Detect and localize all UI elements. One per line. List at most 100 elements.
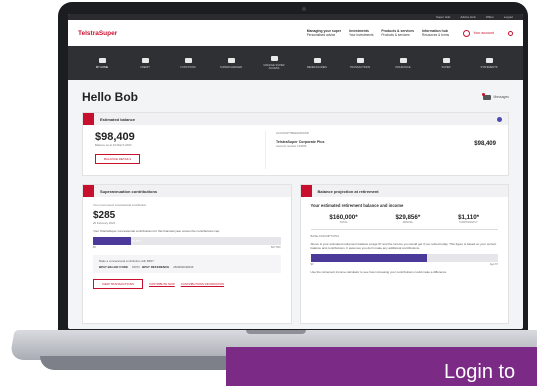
brand-name: TelstraSuper — [78, 29, 118, 37]
stat-value: $29,856* — [395, 214, 421, 221]
balance-amount: $98,409 — [95, 131, 135, 143]
projection-body: Your estimated retirement balance and in… — [301, 197, 509, 280]
login-banner-text: Login to — [444, 361, 516, 383]
info-icon[interactable] — [497, 116, 502, 122]
nav-item-insurance[interactable]: INSURANCE — [387, 57, 419, 69]
stat-total: $160,000* TOTAL — [329, 214, 357, 224]
nav-item-supercharger[interactable]: SUPERCHARGER — [215, 57, 247, 69]
account-menu[interactable]: Your account — [463, 29, 494, 37]
view-transactions-button[interactable]: VIEW TRANSACTIONS — [93, 279, 143, 289]
nav-label: SUPER — [441, 65, 451, 69]
projection-subtitle: Your estimated retirement balance and in… — [310, 203, 404, 208]
nav-item-super[interactable]: SUPER — [430, 57, 462, 69]
header-nav-sub: Personalised advice — [306, 33, 336, 37]
projection-footer: Use the retirement income calculator to … — [310, 270, 447, 274]
balance-details-button[interactable]: BALANCE DETAILS — [95, 154, 141, 164]
messages-link[interactable]: Messages — [481, 92, 509, 100]
assumptions-label[interactable]: BASE ASSUMPTIONS — [311, 234, 499, 238]
contribution-date: 20 February 2023 — [93, 221, 116, 225]
contributions-intro: Your most recent concessional contributi… — [93, 203, 147, 207]
contributions-bar-label: $5,659 — [131, 239, 141, 243]
nav-label: SUPERCHARGER — [220, 65, 242, 69]
card-title: Superannuation contributions — [100, 188, 158, 194]
nav-item-statements[interactable]: STATEMENTS — [473, 57, 505, 69]
utility-link-3[interactable]: Offers — [486, 15, 494, 19]
balance-tag-icon — [83, 113, 94, 125]
bpay-box: Make a concessional contribution with BP… — [93, 255, 281, 273]
greeting-row: Hello Bob Messages — [82, 90, 509, 104]
statements-icon — [485, 57, 493, 63]
axis-max: $27,500 — [271, 246, 281, 249]
messages-label: Messages — [493, 95, 509, 99]
card-header: Estimated balance — [83, 113, 508, 125]
account-amount: $98,409 — [474, 141, 496, 147]
login-banner[interactable]: Login to — [226, 347, 537, 386]
stat-value: $160,000* — [329, 214, 358, 221]
projection-bar-fill — [310, 254, 427, 262]
header-nav-managing[interactable]: Managing your super Personalised advice — [307, 29, 341, 37]
header-nav-products[interactable]: Products & services Products & services — [381, 29, 414, 37]
contributions-info-link[interactable]: CONTRIBUTIONS INFORMATION — [181, 282, 224, 286]
projection-tag-icon — [300, 185, 312, 197]
utility-link-1[interactable]: Super Hub — [436, 15, 450, 19]
balance-date: Balance as at 23 March 2023 — [95, 143, 132, 147]
stat-label: TOTAL — [339, 221, 348, 224]
projection-stats: $160,000* TOTAL $29,856* ANNUAL $1,110* FOR… — [310, 214, 498, 230]
utility-link-4[interactable]: Logout — [504, 15, 513, 19]
projection-axis: $0 Age 67 — [311, 263, 499, 266]
nav-label: FUNCTIONS — [180, 65, 196, 69]
laptop-screen: Super Hub Advice Hub Offers Logout Telst… — [68, 14, 523, 329]
header-nav-sub: Resources & forms — [422, 33, 450, 37]
card-title: Estimated balance — [100, 116, 136, 122]
contributions-axis: $0 $27,500 — [93, 246, 281, 249]
account-label: Your account — [473, 31, 494, 35]
stat-annual: $29,856* ANNUAL — [395, 214, 420, 224]
card-header: Balance projection at retirement — [300, 185, 508, 197]
header-nav-investments[interactable]: Investments Your investments — [349, 29, 373, 37]
projection-bar — [310, 254, 498, 262]
coins-icon — [141, 57, 149, 63]
axis-max: Age 67 — [489, 263, 498, 266]
card-title: Balance projection at retirement — [317, 188, 379, 194]
nav-item-functions[interactable]: FUNCTIONS — [172, 57, 204, 69]
account-row: TelstraSuper Corporate Plus Account numb… — [276, 140, 496, 148]
contribute-now-link[interactable]: CONTRIBUTE NOW — [149, 282, 175, 286]
account-number: Account number 123456 — [276, 144, 307, 148]
projection-text: Above is your estimated retirement balan… — [310, 242, 497, 250]
utility-link-2[interactable]: Advice Hub — [460, 15, 475, 19]
header-nav: Managing your super Personalised advice … — [176, 29, 449, 37]
mail-icon — [481, 92, 491, 100]
umbrella-icon — [313, 57, 321, 63]
chart-icon — [227, 57, 235, 63]
nav-item-beneficiaries[interactable]: BENEFICIARIES — [301, 57, 333, 69]
nav-item-transactions[interactable]: TRANSACTIONS — [344, 57, 376, 69]
nav-item-credit[interactable]: CREDIT — [129, 57, 161, 69]
nav-label: INSURANCE — [395, 65, 411, 69]
insurance-icon — [399, 57, 407, 63]
nav-item-home[interactable]: MY HOME — [86, 57, 118, 69]
folder-icon — [442, 57, 450, 63]
search-icon[interactable] — [508, 30, 513, 36]
page-title: Hello Bob — [82, 90, 138, 104]
contributions-actions: VIEW TRANSACTIONS CONTRIBUTE NOW CONTRIB… — [93, 279, 281, 289]
estimated-balance-card: Estimated balance $98,409 Balance as at … — [82, 112, 509, 176]
nav-label: TRANSACTIONS — [349, 65, 371, 69]
axis-min: $0 — [310, 263, 314, 266]
nav-label: MY HOME — [95, 65, 109, 69]
header-nav-info[interactable]: Information hub Resources & forms — [422, 29, 449, 37]
stat-label: FORTNIGHTLY — [459, 221, 478, 224]
contribution-amount: $285 — [93, 210, 116, 221]
contributions-bar-fill: $5,659 — [93, 237, 141, 245]
contributions-bar: $5,659 — [93, 237, 281, 245]
header-nav-sub: Your investments — [349, 33, 374, 37]
header-nav-sub: Products & services — [381, 33, 410, 37]
nav-label: BENEFICIARIES — [307, 65, 327, 69]
laptop-hinge-notch — [246, 330, 306, 334]
nav-label: CREDIT — [140, 65, 150, 69]
contributions-card: Superannuation contributions Your most r… — [82, 184, 292, 324]
brand-logo[interactable]: TelstraSuper — [78, 30, 168, 37]
nav-item-access[interactable]: MANAGE SUPER ACCESS — [258, 56, 290, 70]
user-icon — [463, 29, 471, 37]
breakdown-label: ACCOUNT BREAKDOWN — [276, 131, 309, 135]
stat-fortnightly: $1,110* FORTNIGHTLY — [458, 214, 479, 224]
